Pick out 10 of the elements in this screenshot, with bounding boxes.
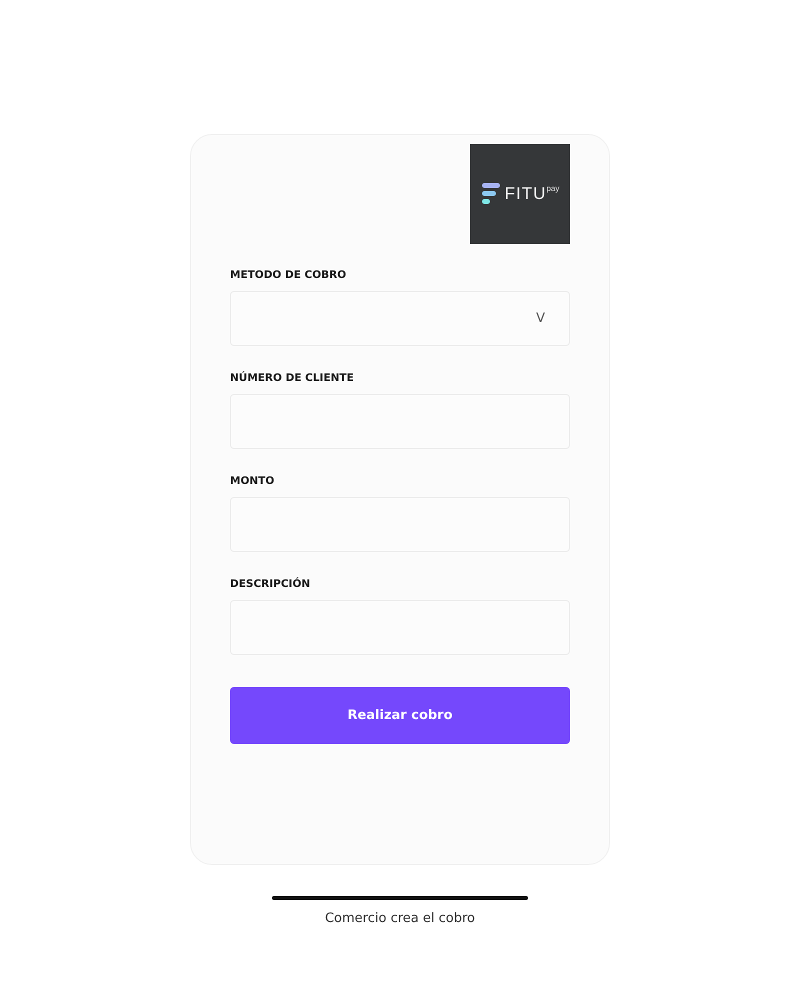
field-label: METODO DE COBRO <box>230 269 348 281</box>
field-label: DESCRIPCIÓN <box>230 578 312 590</box>
logo-superscript: pay <box>546 184 560 193</box>
field-label: NÚMERO DE CLIENTE <box>230 372 355 384</box>
logo-text: FITU <box>504 184 546 204</box>
select-field[interactable]: V <box>230 291 570 346</box>
logo-mark-icon <box>480 182 501 206</box>
submit-button[interactable]: Realizar cobro <box>230 687 570 744</box>
caption: Comercio crea el cobro <box>324 911 475 926</box>
field-label: MONTO <box>230 475 276 487</box>
